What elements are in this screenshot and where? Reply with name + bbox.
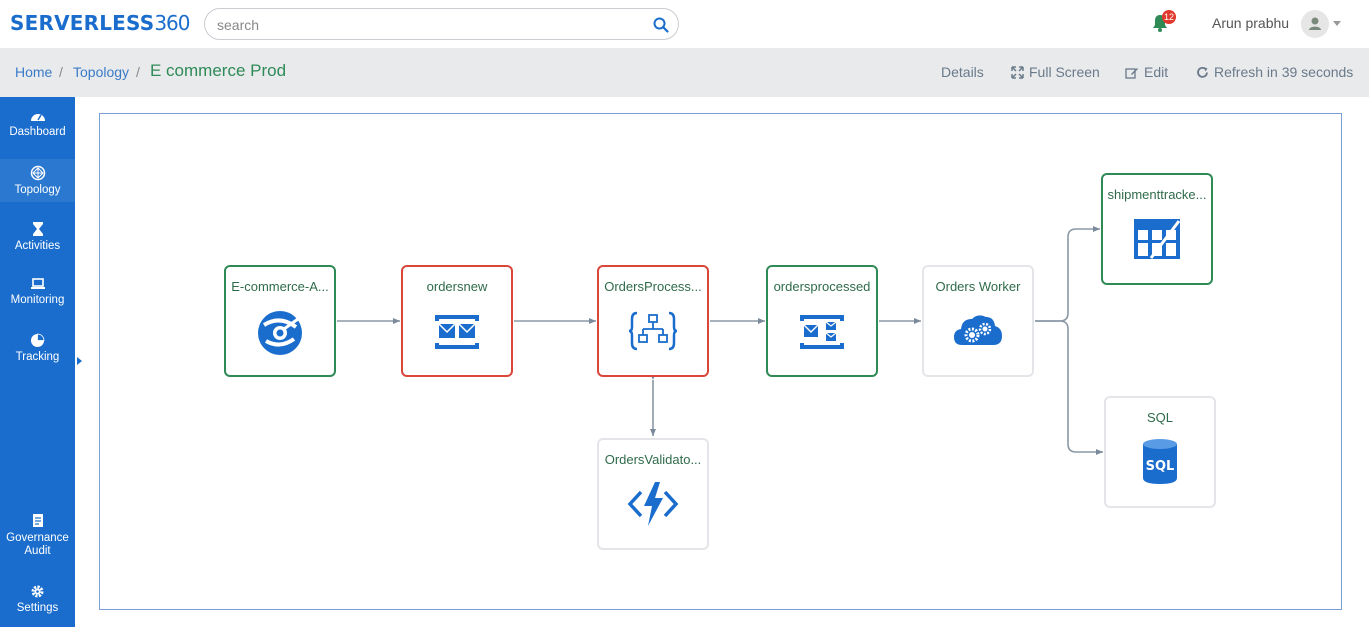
edge-worker-to-shipment bbox=[1035, 226, 1100, 322]
table-storage-icon bbox=[1134, 219, 1181, 259]
node-label: ordersprocessed bbox=[773, 279, 871, 294]
node-label: E-commerce-A... bbox=[231, 279, 329, 294]
node-label: ordersnew bbox=[426, 279, 488, 294]
node-ordersprocessed[interactable]: ordersprocessed bbox=[766, 265, 878, 377]
node-label: Orders Worker bbox=[935, 279, 1021, 294]
node-label: OrdersValidato... bbox=[604, 452, 702, 467]
svg-text:SQL: SQL bbox=[1146, 459, 1175, 474]
logic-app-icon bbox=[628, 311, 678, 351]
service-bus-topic-icon bbox=[800, 315, 844, 349]
function-app-icon bbox=[627, 482, 679, 526]
node-ordersnew[interactable]: ordersnew bbox=[401, 265, 513, 377]
node-orders-validator[interactable]: OrdersValidato... bbox=[597, 438, 709, 550]
node-label: shipmenttracke... bbox=[1107, 187, 1207, 202]
sql-database-icon: SQL bbox=[1143, 439, 1177, 484]
api-management-icon bbox=[258, 311, 302, 355]
cloud-service-icon bbox=[954, 315, 1002, 345]
service-bus-queue-icon bbox=[435, 315, 479, 349]
node-sql[interactable]: SQL SQL bbox=[1104, 396, 1216, 508]
node-orders-worker[interactable]: Orders Worker bbox=[922, 265, 1034, 377]
node-label: OrdersProcess... bbox=[604, 279, 702, 294]
node-ecommerce-api[interactable]: E-commerce-A... bbox=[224, 265, 336, 377]
node-orders-process[interactable]: OrdersProcess... bbox=[597, 265, 709, 377]
node-shipment-tracker[interactable]: shipmenttracke... bbox=[1101, 173, 1213, 285]
node-label: SQL bbox=[1146, 410, 1173, 425]
edge-worker-to-sql bbox=[1035, 320, 1103, 455]
